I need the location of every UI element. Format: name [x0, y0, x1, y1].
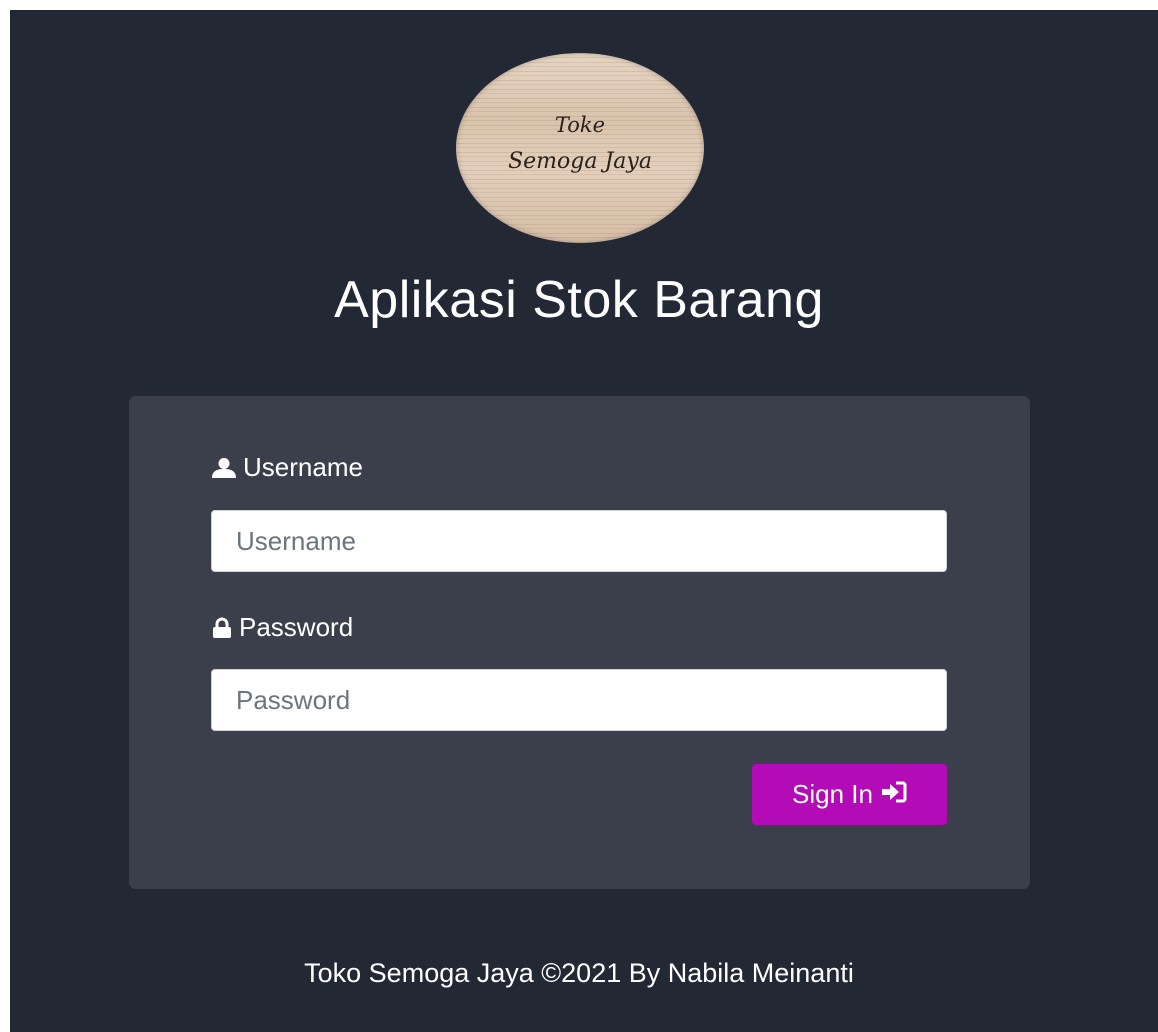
username-input[interactable]	[211, 510, 947, 572]
footer-credits: Toko Semoga Jaya ©2021 By Nabila Meinant…	[304, 958, 854, 988]
sign-in-label: Sign In	[792, 779, 873, 809]
page-title: Aplikasi Stok Barang	[334, 271, 824, 329]
password-label: Password	[211, 612, 353, 643]
sign-in-icon	[881, 779, 907, 810]
username-label-text: Username	[243, 452, 363, 482]
store-logo: Toke Semoga Jaya	[456, 53, 704, 243]
password-label-text: Password	[239, 612, 354, 642]
password-input[interactable]	[211, 669, 947, 731]
username-label: Username	[211, 452, 363, 483]
logo-text-line-2: Semoga Jaya	[508, 149, 652, 174]
user-icon	[211, 457, 237, 479]
sign-in-button[interactable]: Sign In	[752, 764, 947, 825]
logo-text-line-1: Toke	[554, 113, 606, 137]
lock-icon	[211, 617, 233, 639]
